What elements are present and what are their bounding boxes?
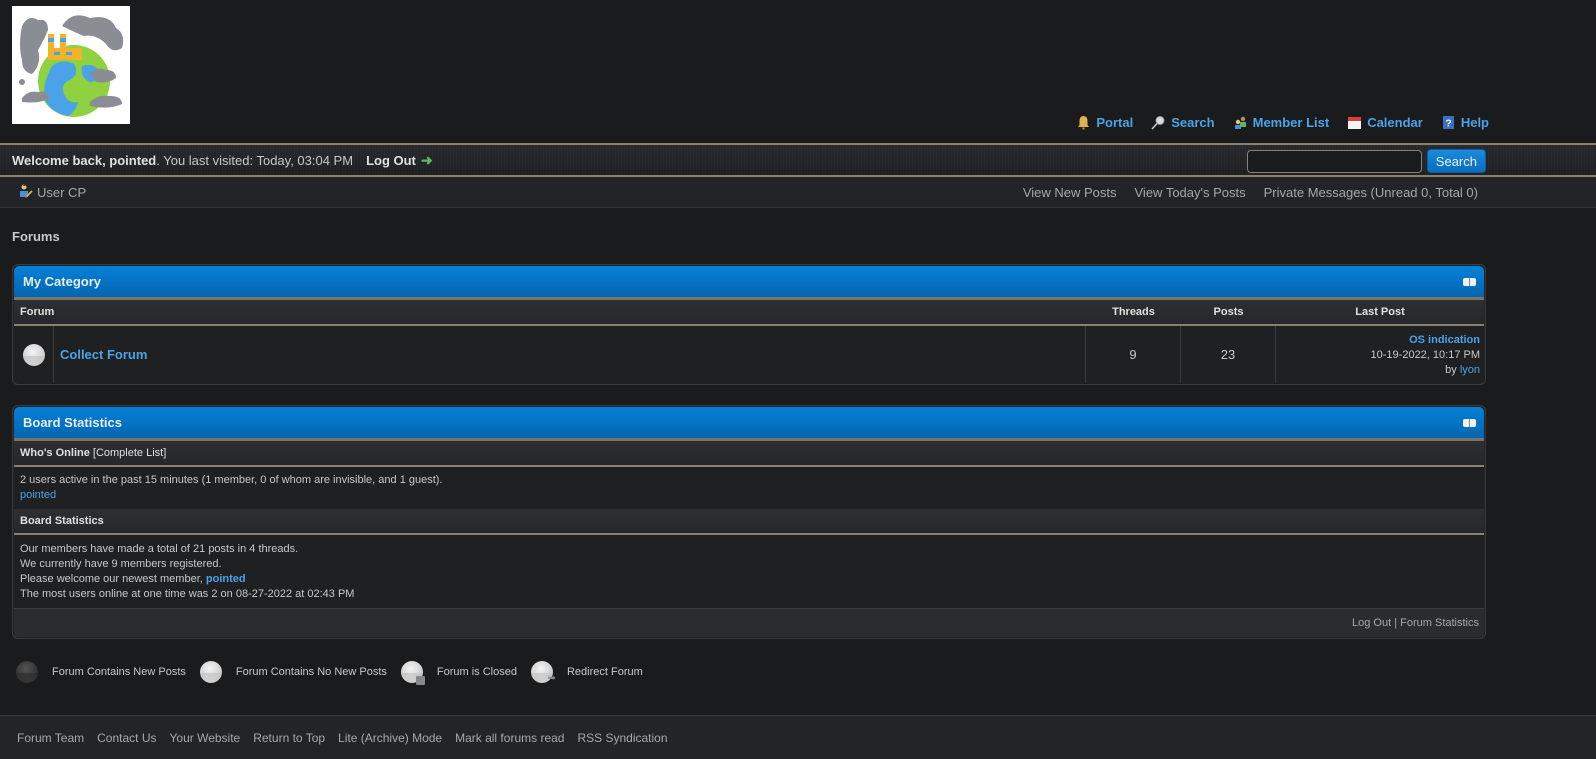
welcome-text: Welcome back, pointed. You last visited:…	[12, 152, 354, 168]
forum-team-link[interactable]: Forum Team	[17, 731, 84, 745]
contact-us-link[interactable]: Contact Us	[97, 731, 156, 745]
search-input[interactable]	[1246, 149, 1422, 173]
bell-icon	[1076, 115, 1091, 130]
footer: Forum Team Contact Us Your Website Retur…	[0, 715, 1596, 759]
online-summary: 2 users active in the past 15 minutes (1…	[20, 474, 443, 486]
magnifier-icon	[1151, 115, 1166, 130]
members-icon	[1233, 115, 1248, 130]
category-table: My Category Forum Threads Posts Last Pos…	[12, 264, 1486, 385]
main-content: Forums My Category Forum Threads Posts L…	[0, 229, 1596, 685]
logout-link[interactable]: Log Out ➜	[366, 152, 433, 169]
stats-row: Our members have made a total of 21 post…	[14, 535, 1484, 608]
collapse-icon[interactable]	[1463, 418, 1476, 427]
stats-total-posts: Our members have made a total of 21 post…	[20, 543, 299, 555]
calendar-icon	[1347, 115, 1362, 130]
lock-icon	[415, 676, 425, 685]
usercp-bar: User CP View New Posts View Today's Post…	[0, 177, 1596, 208]
stats-logout-link[interactable]: Log Out	[1352, 617, 1391, 629]
stats-header: Board Statistics	[14, 509, 1484, 535]
forum-name-link[interactable]: Collect Forum	[60, 347, 147, 362]
board-statistics-header: Board Statistics	[14, 407, 1484, 441]
legend-item: Forum Contains No New Posts	[199, 661, 387, 683]
category-header: My Category	[14, 266, 1484, 300]
top-menu: Portal Search Member List Calendar ? Hel…	[1076, 115, 1489, 130]
lite-mode-link[interactable]: Lite (Archive) Mode	[338, 731, 442, 745]
view-todays-posts-link[interactable]: View Today's Posts	[1135, 185, 1246, 200]
forum-no-new-posts-icon	[199, 661, 222, 683]
column-threads: Threads	[1112, 306, 1155, 318]
forum-new-posts-icon	[16, 661, 38, 683]
breadcrumb: Forums	[12, 229, 60, 244]
column-forum: Forum	[20, 306, 55, 318]
newest-member-link[interactable]: pointed	[206, 573, 246, 585]
forum-legend: Forum Contains New Posts Forum Contains …	[12, 661, 1584, 685]
last-post-date: 10-19-2022, 10:17 PM	[1370, 349, 1480, 361]
stats-footer: Log Out | Forum Statistics	[14, 608, 1484, 637]
board-statistics-table: Board Statistics Who's Online [Complete …	[12, 405, 1486, 639]
site-logo[interactable]	[12, 6, 130, 124]
svg-text:?: ?	[1445, 119, 1451, 130]
collapse-icon[interactable]	[1463, 277, 1476, 286]
legend-item: Forum Contains New Posts	[16, 661, 186, 683]
rss-syndication-link[interactable]: RSS Syndication	[577, 731, 667, 745]
category-title[interactable]: My Category	[23, 274, 101, 289]
table-row: Collect Forum 9 23 OS indication 10-19-2…	[14, 326, 1484, 383]
stats-members: We currently have 9 members registered.	[20, 558, 222, 570]
threads-count: 9	[1086, 326, 1181, 383]
user-cp-link[interactable]: User CP	[18, 183, 86, 201]
arrow-right-icon: ➜	[420, 151, 433, 168]
legend-item: ➥ Redirect Forum	[530, 661, 643, 684]
online-user-link[interactable]: pointed	[20, 489, 56, 501]
column-posts: Posts	[1213, 306, 1244, 318]
board-statistics-title: Board Statistics	[23, 415, 122, 430]
column-last-post: Last Post	[1355, 306, 1405, 318]
private-messages-link[interactable]: Private Messages (Unread 0, Total 0)	[1264, 185, 1478, 200]
user-edit-icon	[18, 183, 33, 201]
usercp-links: View New Posts View Today's Posts Privat…	[1023, 185, 1478, 200]
earth-pollution-logo-icon	[12, 6, 130, 124]
legend-item: Forum is Closed	[400, 661, 517, 685]
posts-count: 23	[1181, 326, 1276, 383]
complete-list-link[interactable]: [Complete List]	[93, 447, 166, 459]
last-post-author-link[interactable]: lyon	[1460, 364, 1480, 376]
help-icon: ?	[1441, 115, 1456, 130]
forum-no-new-posts-icon[interactable]	[22, 343, 45, 366]
search-link[interactable]: Search	[1151, 115, 1215, 130]
last-post-cell: OS indication 10-19-2022, 10:17 PM by ly…	[1276, 326, 1484, 383]
column-headers: Forum Threads Posts Last Post	[14, 300, 1484, 326]
stats-most-online: The most users online at one time was 2 …	[20, 588, 355, 600]
view-new-posts-link[interactable]: View New Posts	[1023, 185, 1117, 200]
search-button[interactable]: Search	[1426, 149, 1486, 173]
welcome-bar: Welcome back, pointed. You last visited:…	[0, 143, 1596, 177]
whos-online-row: 2 users active in the past 15 minutes (1…	[14, 467, 1484, 509]
last-post-title-link[interactable]: OS indication	[1409, 334, 1480, 346]
help-link[interactable]: ? Help	[1441, 115, 1489, 130]
return-to-top-link[interactable]: Return to Top	[253, 731, 325, 745]
quick-search: Search	[1246, 149, 1486, 173]
whos-online-header: Who's Online [Complete List]	[14, 441, 1484, 467]
mark-all-read-link[interactable]: Mark all forums read	[455, 731, 564, 745]
member-list-link[interactable]: Member List	[1233, 115, 1329, 130]
portal-link[interactable]: Portal	[1076, 115, 1133, 130]
forum-statistics-link[interactable]: Forum Statistics	[1400, 617, 1479, 629]
your-website-link[interactable]: Your Website	[170, 731, 241, 745]
calendar-link[interactable]: Calendar	[1347, 115, 1423, 130]
header: Portal Search Member List Calendar ? Hel…	[0, 0, 1596, 143]
redirect-arrow-icon: ➥	[547, 673, 556, 684]
